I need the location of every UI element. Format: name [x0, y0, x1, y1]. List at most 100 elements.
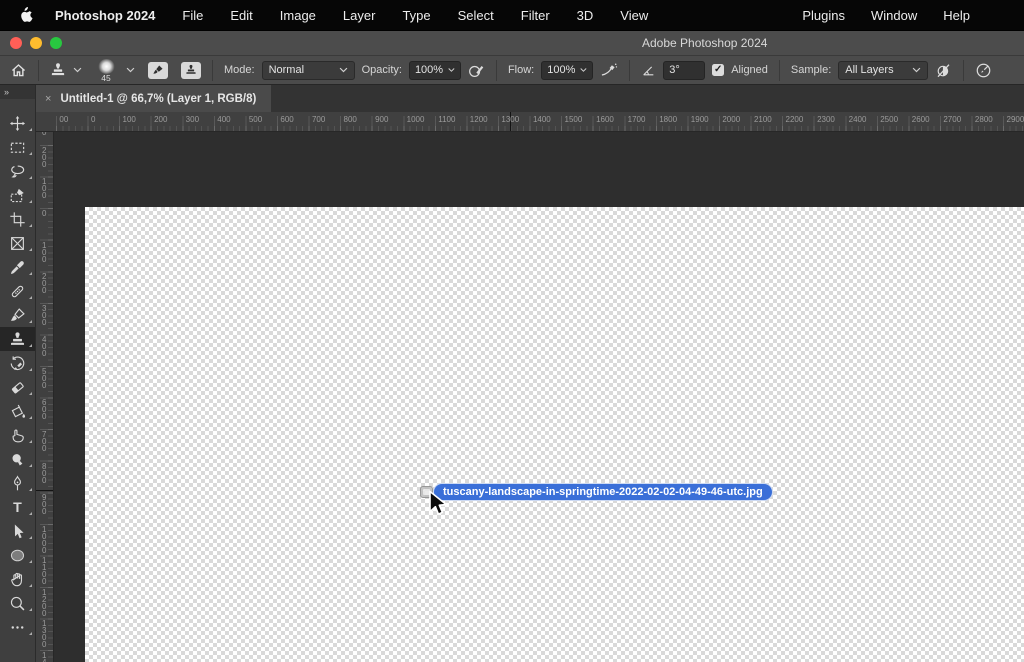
hand-tool[interactable] — [0, 567, 35, 591]
opacity-input[interactable]: 100% — [408, 60, 461, 80]
menu-item-select[interactable]: Select — [458, 8, 494, 23]
photoshop-window: Photoshop 2024 File Edit Image Layer Type Sel… — [0, 0, 1024, 662]
crop-tool[interactable] — [0, 207, 35, 231]
clone-stamp-icon[interactable] — [50, 62, 66, 78]
brush-settings-panel-icon[interactable] — [148, 61, 168, 79]
menu-app-name[interactable]: Photoshop 2024 — [55, 8, 155, 23]
ruler-label: 2 0 0 — [42, 272, 47, 296]
menu-item-plugins[interactable]: Plugins — [802, 8, 845, 23]
close-window-button[interactable] — [10, 37, 22, 49]
rectangular-marquee-tool[interactable] — [0, 135, 35, 159]
zoom-window-button[interactable] — [50, 37, 62, 49]
brush-angle-icon — [641, 63, 656, 78]
ruler-label: 800 — [343, 115, 357, 124]
chevron-down-icon — [448, 68, 455, 72]
paint-bucket-icon — [11, 404, 26, 418]
lasso-tool[interactable] — [0, 159, 35, 183]
menu-item-image[interactable]: Image — [280, 8, 316, 23]
svg-text:T: T — [13, 500, 22, 516]
collapse-tools-panel-button[interactable]: » — [0, 85, 35, 99]
ruler-label: 2200 — [785, 115, 804, 124]
clone-source-panel-icon[interactable] — [181, 61, 201, 79]
pressure-opacity-icon[interactable] — [468, 62, 485, 79]
type-icon: T — [13, 500, 22, 516]
ruler-label: 1900 — [690, 115, 709, 124]
window-title: Adobe Photoshop 2024 — [642, 36, 768, 50]
menu-item-filter[interactable]: Filter — [521, 8, 550, 23]
type-tool[interactable]: T — [0, 495, 35, 519]
chevron-down-icon — [339, 67, 347, 73]
document-tab[interactable]: × Untitled-1 @ 66,7% (Layer 1, RGB/8) — [36, 85, 272, 112]
menu-item-layer[interactable]: Layer — [343, 8, 376, 23]
tool-options-bar: 45 Mode: Normal Opacity: 100% Flow: 100% — [0, 56, 1024, 85]
spot-healing-brush-tool[interactable] — [0, 279, 35, 303]
ruler-label: 2500 — [880, 115, 899, 124]
ruler-label: 2300 — [817, 115, 835, 124]
move-tool[interactable] — [0, 111, 35, 135]
sample-label: Sample: — [790, 64, 832, 76]
pen-tool[interactable] — [0, 471, 35, 495]
brush-tool[interactable] — [0, 303, 35, 327]
eraser-tool[interactable] — [0, 375, 35, 399]
blend-mode-select[interactable]: Normal — [261, 60, 355, 80]
pressure-size-icon[interactable] — [975, 62, 992, 79]
history-brush-tool[interactable] — [0, 351, 35, 375]
ruler-label: 100 — [122, 115, 136, 124]
canvas[interactable]: tuscany-landscape-in-springtime-2022-02-… — [54, 132, 1024, 662]
ellipse-icon — [10, 549, 25, 561]
ruler-label: 1100 — [438, 115, 456, 124]
brush-preset-picker[interactable]: 45 — [93, 58, 119, 82]
menu-item-window[interactable]: Window — [871, 8, 917, 23]
path-selection-tool[interactable] — [0, 519, 35, 543]
paint-bucket-tool[interactable] — [0, 399, 35, 423]
smudge-tool[interactable] — [0, 423, 35, 447]
aligned-label[interactable]: Aligned — [731, 64, 768, 76]
ruler-label: 9 0 0 — [42, 493, 47, 517]
apple-icon[interactable] — [18, 6, 33, 24]
menu-item-edit[interactable]: Edit — [230, 8, 252, 23]
clone-stamp-tool[interactable] — [0, 327, 35, 351]
chevron-down-icon[interactable] — [126, 64, 135, 76]
ruler-label: 7 0 0 — [42, 430, 47, 453]
minimize-window-button[interactable] — [30, 37, 42, 49]
chevron-down-icon[interactable] — [73, 64, 82, 76]
flow-value: 100% — [547, 64, 576, 76]
edit-toolbar[interactable] — [0, 615, 35, 639]
menu-item-help[interactable]: Help — [943, 8, 970, 23]
ignore-adjustment-layers-icon[interactable] — [935, 62, 952, 79]
hand-icon — [11, 572, 23, 586]
aligned-checkbox[interactable]: ✓ — [712, 64, 725, 76]
vertical-ruler: 3 0 0 2 0 0 1 0 0 0 1 0 0 2 0 0 3 0 0 4 0 0 5 0 … — [36, 132, 54, 662]
eyedropper-tool[interactable] — [0, 255, 35, 279]
path-selection-icon — [14, 524, 24, 538]
ruler-label: 2000 — [722, 115, 741, 124]
sample-select[interactable]: All Layers — [838, 60, 929, 80]
object-selection-tool[interactable] — [0, 183, 35, 207]
ruler-label: 500 — [248, 115, 263, 124]
frame-icon — [11, 236, 24, 250]
ruler-label: 2 0 0 — [42, 145, 47, 169]
ruler-label: 700 — [311, 115, 326, 124]
cursor-position-marker — [36, 490, 53, 491]
flow-input[interactable]: 100% — [541, 60, 594, 80]
home-icon[interactable] — [10, 62, 27, 79]
crop-icon — [10, 211, 25, 227]
frame-tool[interactable] — [0, 231, 35, 255]
zoom-tool[interactable] — [0, 591, 35, 615]
ruler-label: 1 0 0 — [42, 240, 47, 264]
smudge-icon — [12, 429, 24, 442]
brush-angle-input[interactable]: 3° — [663, 60, 706, 80]
ruler-label: 600 — [280, 115, 294, 124]
menu-item-type[interactable]: Type — [402, 8, 430, 23]
ruler-label: 8 0 0 — [42, 461, 47, 485]
menu-item-file[interactable]: File — [182, 8, 203, 23]
ellipse-tool[interactable] — [0, 543, 35, 567]
menu-item-view[interactable]: View — [620, 8, 648, 23]
dodge-tool[interactable] — [0, 447, 35, 471]
menu-item-3d[interactable]: 3D — [577, 8, 594, 23]
close-tab-icon[interactable]: × — [45, 93, 51, 105]
ruler-label: 200 — [154, 115, 168, 124]
airbrush-icon[interactable] — [600, 62, 618, 79]
dragged-file-pill: tuscany-landscape-in-springtime-2022-02-… — [433, 483, 773, 501]
brush-angle-value: 3° — [669, 64, 680, 76]
